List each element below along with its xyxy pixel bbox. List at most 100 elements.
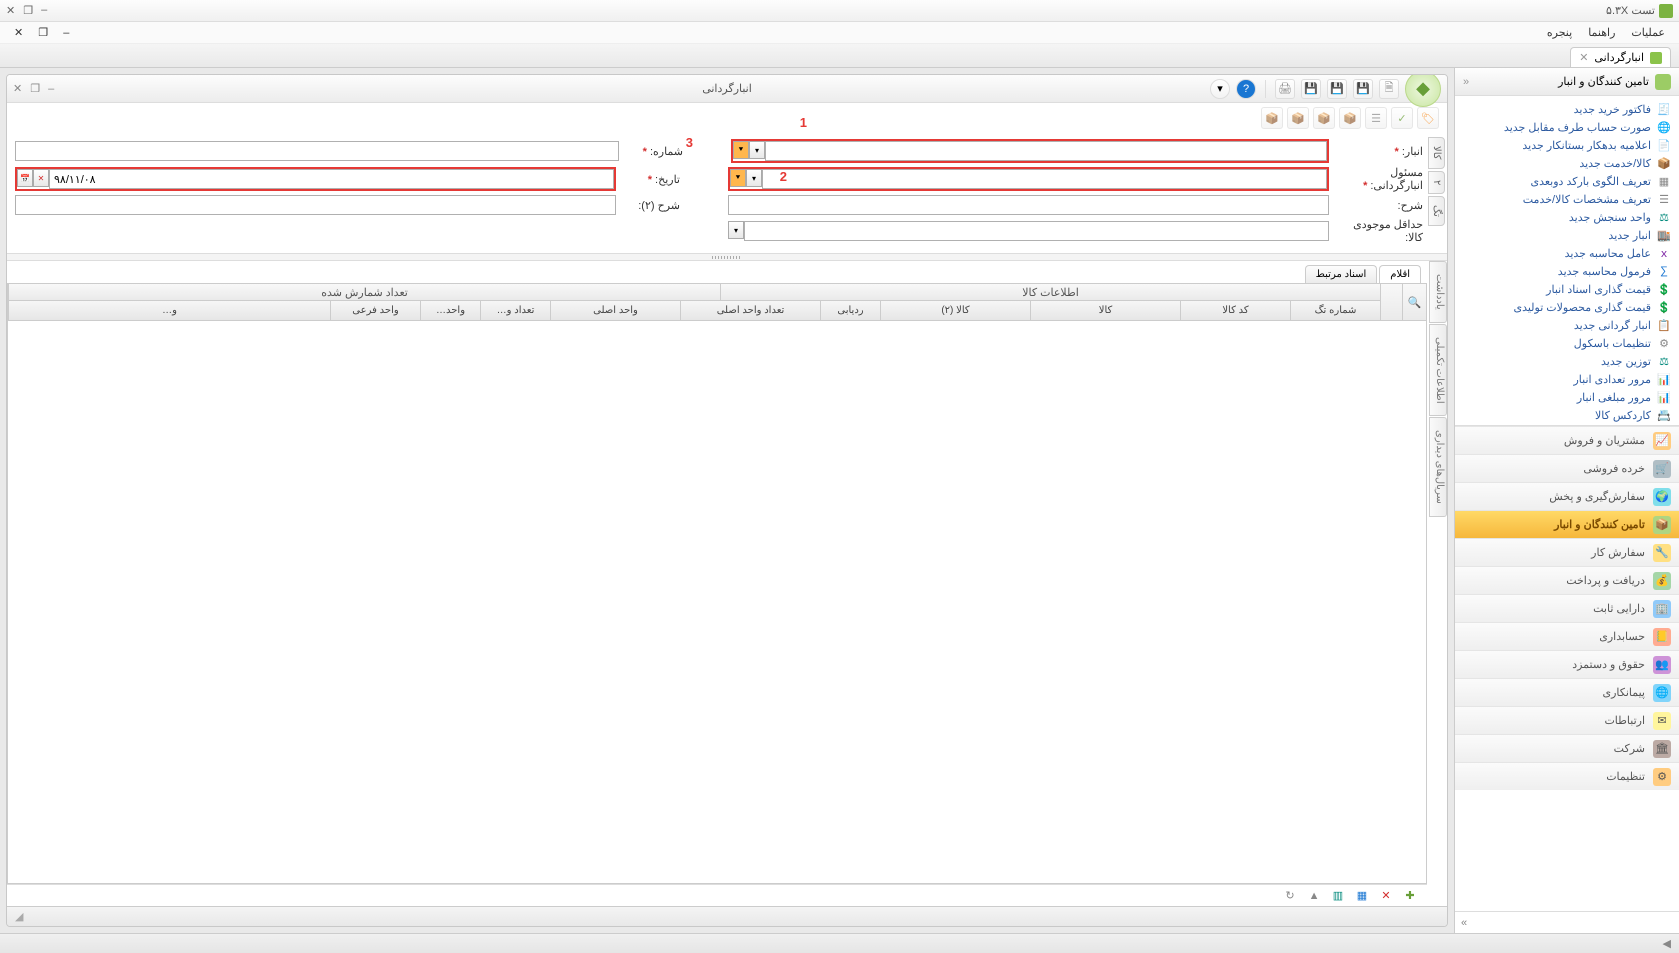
module-accounting[interactable]: 📒حسابداری (1455, 622, 1679, 650)
nav-item-product-specs[interactable]: ☰تعریف مشخصات کالا/خدمت (1457, 190, 1677, 208)
input-tarikh[interactable] (49, 169, 614, 189)
grid-side-tab-serials[interactable]: سریال‌های دیداری (1429, 417, 1447, 517)
grid-search-button[interactable]: 🔍 (1403, 283, 1427, 321)
side-tab-1[interactable]: کالا (1428, 137, 1445, 169)
masoul-lookup-button[interactable]: ⯆ (730, 169, 746, 187)
doc-maximize-button[interactable]: ❐ (30, 82, 40, 95)
input-sharh2[interactable] (15, 195, 616, 215)
grid-add-row-button[interactable]: ✚ (1401, 887, 1419, 905)
grid-tab-items[interactable]: اقلام (1379, 265, 1421, 283)
side-tab-2[interactable]: ۲ (1428, 171, 1445, 194)
col-product-2[interactable]: کالا (۲) (880, 301, 1030, 320)
save-button[interactable]: 💾 (1353, 79, 1373, 99)
nav-item-new-stocktaking[interactable]: 📋انبار گردانی جدید (1457, 316, 1677, 334)
action-box2-button[interactable]: 📦 (1313, 107, 1335, 129)
min-stock-dropdown-button[interactable]: ▾ (728, 221, 744, 239)
tarikh-clear-button[interactable]: ✕ (33, 169, 49, 187)
close-button[interactable]: ✕ (6, 4, 15, 17)
input-shomare[interactable] (15, 141, 619, 161)
document-tab-close[interactable]: ✕ (1579, 51, 1588, 64)
nav-item-new-purchase-invoice[interactable]: 🧾فاکتور خرید جدید (1457, 100, 1677, 118)
grid-body[interactable] (7, 321, 1427, 884)
col-tag-number[interactable]: شماره تگ (1290, 301, 1380, 320)
document-tab[interactable]: انبارگردانی ✕ (1570, 47, 1671, 67)
module-contracting[interactable]: 🌐پیمانکاری (1455, 678, 1679, 706)
doc-minimize-button[interactable]: – (48, 83, 54, 95)
module-settings[interactable]: ⚙تنظیمات (1455, 762, 1679, 790)
nav-expand-button[interactable]: » (1461, 917, 1467, 929)
nav-item-calc-factor[interactable]: ｘعامل محاسبه جدید (1457, 244, 1677, 262)
nav-item-product-pricing[interactable]: 💲قیمت گذاری محصولات تولیدی (1457, 298, 1677, 316)
input-anbar[interactable] (765, 141, 1327, 161)
grid-refresh-button[interactable]: ↻ (1281, 887, 1299, 905)
nav-item-warehouse-pricing[interactable]: 💲قیمت گذاری اسناد انبار (1457, 280, 1677, 298)
nav-item-counterparty-statement[interactable]: 🌐صورت حساب طرف مقابل جدید (1457, 118, 1677, 136)
nav-item-amount-review[interactable]: 📊مرور مبلغی انبار (1457, 388, 1677, 406)
col-unit-and[interactable]: واحد… (420, 301, 480, 320)
action-tag-button[interactable]: 🏷 (1417, 107, 1439, 129)
grid-up-button[interactable]: ▲ (1305, 887, 1323, 905)
module-company[interactable]: 🏛شرکت (1455, 734, 1679, 762)
module-ordering[interactable]: 🌍سفارش‌گیری و پخش (1455, 482, 1679, 510)
nav-item-new-unit[interactable]: ⚖واحد سنجش جدید (1457, 208, 1677, 226)
save-close-button[interactable]: 💾 (1301, 79, 1321, 99)
nav-item-calc-formula[interactable]: ∑فرمول محاسبه جدید (1457, 262, 1677, 280)
action-check-button[interactable]: ✓ (1391, 107, 1413, 129)
menu-window[interactable]: پنجره (1541, 24, 1578, 41)
input-masoul[interactable] (762, 169, 1327, 189)
module-work-order[interactable]: 🔧سفارش کار (1455, 538, 1679, 566)
mdi-minimize-button[interactable]: – (57, 25, 75, 41)
menu-operations[interactable]: عملیات (1625, 24, 1671, 41)
nav-item-new-weighing[interactable]: ⚖توزین جدید (1457, 352, 1677, 370)
grid-side-tab-notes[interactable]: یادداشت (1429, 261, 1447, 323)
input-min-stock[interactable] (744, 221, 1329, 241)
save-new-button[interactable]: 💾 (1327, 79, 1347, 99)
maximize-button[interactable]: ❐ (23, 4, 33, 17)
tarikh-calendar-button[interactable]: 📅 (17, 169, 33, 187)
dropdown-button[interactable]: ▾ (1210, 79, 1230, 99)
grid-excel-button[interactable]: ▥ (1329, 887, 1347, 905)
col-product-code[interactable]: کد کالا (1180, 301, 1290, 320)
col-qty-and[interactable]: تعداد و… (480, 301, 550, 320)
col-product[interactable]: کالا (1030, 301, 1180, 320)
nav-item-barcode-pattern[interactable]: ▦تعریف الگوی بارکد دوبعدی (1457, 172, 1677, 190)
input-sharh[interactable] (728, 195, 1329, 215)
nav-item-debit-credit-note[interactable]: 📄اعلامیه بدهکار بستانکار جدید (1457, 136, 1677, 154)
nav-item-qty-review[interactable]: 📊مرور تعدادی انبار (1457, 370, 1677, 388)
module-payroll[interactable]: 👥حقوق و دستمزد (1455, 650, 1679, 678)
nav-item-new-product[interactable]: 📦کالا/خدمت جدید (1457, 154, 1677, 172)
new-button[interactable]: 🗎 (1379, 79, 1399, 99)
module-retail[interactable]: 🛒خرده فروشی (1455, 454, 1679, 482)
doc-close-button[interactable]: ✕ (13, 82, 22, 95)
menu-help[interactable]: راهنما (1582, 24, 1621, 41)
help-button[interactable]: ? (1236, 79, 1256, 99)
col-and[interactable]: و… (8, 301, 330, 320)
grid-side-tab-details[interactable]: اطلاعات تکمیلی (1429, 324, 1447, 417)
anbar-lookup-button[interactable]: ⯆ (733, 141, 749, 159)
nav-collapse-button[interactable]: « (1463, 76, 1469, 88)
module-communications[interactable]: ✉ارتباطات (1455, 706, 1679, 734)
module-customers-sales[interactable]: 📈مشتریان و فروش (1455, 426, 1679, 454)
nav-item-kardex[interactable]: 📇کاردکس کالا (1457, 406, 1677, 424)
mdi-restore-button[interactable]: ❐ (32, 25, 54, 41)
col-main-qty[interactable]: تعداد واحد اصلی (680, 301, 820, 320)
grid-view-button[interactable]: ▦ (1353, 887, 1371, 905)
nav-item-new-warehouse[interactable]: 🏬انبار جدید (1457, 226, 1677, 244)
module-fixed-assets[interactable]: 🏢دارایی ثابت (1455, 594, 1679, 622)
grid-delete-row-button[interactable]: ✕ (1377, 887, 1395, 905)
col-main-unit[interactable]: واحد اصلی (550, 301, 680, 320)
action-box1-button[interactable]: 📦 (1339, 107, 1361, 129)
print-button[interactable]: 🖨 (1275, 79, 1295, 99)
masoul-dropdown-button[interactable]: ▾ (746, 169, 762, 187)
splitter[interactable] (7, 253, 1447, 261)
col-sub-unit[interactable]: واحد فرعی (330, 301, 420, 320)
nav-item-scale-settings[interactable]: ⚙تنظیمات باسکول (1457, 334, 1677, 352)
mdi-close-button[interactable]: ✕ (8, 25, 29, 41)
col-tracking[interactable]: ردیابی (820, 301, 880, 320)
module-payments[interactable]: 💰دریافت و پرداخت (1455, 566, 1679, 594)
module-suppliers-warehouse[interactable]: 📦تامین کنندگان و انبار (1455, 510, 1679, 538)
action-box4-button[interactable]: 📦 (1261, 107, 1283, 129)
minimize-button[interactable]: – (41, 4, 47, 17)
grid-tab-related-docs[interactable]: اسناد مرتبط (1305, 265, 1378, 283)
action-list-button[interactable]: ☰ (1365, 107, 1387, 129)
